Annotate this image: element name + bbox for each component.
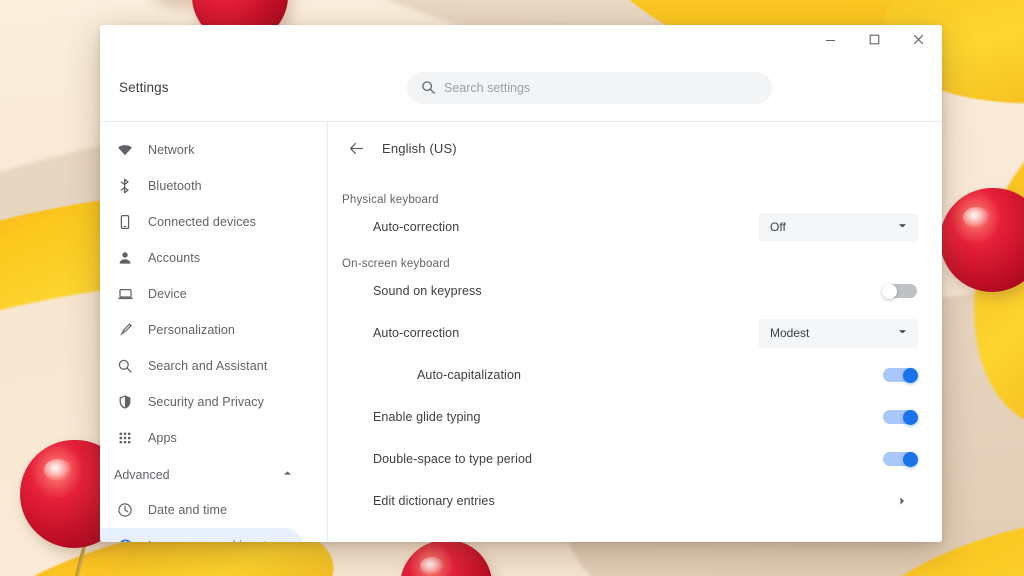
toggle-knob: [903, 367, 918, 383]
wifi-icon: [114, 142, 136, 158]
sidebar-item-label: Search and Assistant: [148, 359, 268, 373]
onscreen-auto-correction-dropdown[interactable]: Modest: [758, 318, 918, 348]
row-enable-glide-typing[interactable]: Enable glide typing: [328, 396, 920, 438]
sidebar-item-accounts[interactable]: Accounts: [100, 240, 303, 276]
shield-icon: [114, 394, 136, 410]
search-box[interactable]: [407, 71, 772, 104]
sidebar-item-label: Device: [148, 287, 187, 301]
desktop: Settings Search settings Network Bluetoo…: [0, 0, 1024, 576]
sidebar-item-languages-and-inputs[interactable]: Languages and inputs: [100, 528, 303, 542]
row-sound-on-keypress[interactable]: Sound on keypress: [328, 270, 920, 312]
sidebar-item-date-and-time[interactable]: Date and time: [100, 492, 303, 528]
wallpaper-banana: [939, 88, 1024, 452]
laptop-icon: [114, 286, 136, 303]
row-label: Auto-correction: [373, 220, 460, 234]
close-button[interactable]: [896, 25, 940, 54]
sidebar-item-security-and-privacy[interactable]: Security and Privacy: [100, 384, 303, 420]
enable-glide-typing-toggle[interactable]: [883, 409, 918, 425]
phone-icon: [114, 214, 136, 230]
sidebar-item-label: Connected devices: [148, 215, 257, 229]
person-icon: [114, 250, 136, 266]
sidebar-item-label: Date and time: [148, 503, 228, 517]
toggle-knob: [903, 451, 918, 467]
settings-header: Settings: [100, 54, 942, 122]
sidebar-item-search-and-assistant[interactable]: Search and Assistant: [100, 348, 303, 384]
search-icon: [114, 358, 136, 374]
section-label-physical-keyboard: Physical keyboard: [342, 194, 439, 206]
back-button[interactable]: [342, 134, 370, 162]
globe-icon: [114, 538, 136, 542]
window-titlebar: [100, 25, 942, 54]
section-label-on-screen-keyboard: On-screen keyboard: [342, 258, 450, 270]
cherry-icon: [940, 188, 1024, 292]
sidebar-item-label: Network: [148, 143, 195, 157]
search-input[interactable]: [444, 80, 758, 95]
sidebar-item-label: Languages and inputs: [148, 539, 273, 542]
cherry-icon: [400, 540, 492, 576]
physical-auto-correction-dropdown[interactable]: Off: [758, 212, 918, 242]
sidebar-item-label: Security and Privacy: [148, 395, 264, 409]
chevron-right-icon: [892, 496, 912, 506]
cherry-stem: [72, 533, 90, 576]
row-label: Edit dictionary entries: [373, 494, 495, 508]
row-onscreen-auto-correction[interactable]: Auto-correction Modest: [328, 312, 920, 354]
content-pane: English (US) Physical keyboard Auto-corr…: [328, 122, 942, 542]
chevron-down-icon: [897, 220, 908, 234]
section-rows-on-screen-keyboard: Sound on keypress Auto-correction Modest: [328, 270, 942, 522]
row-label: Auto-capitalization: [417, 368, 522, 382]
minimize-button[interactable]: [808, 25, 852, 54]
apps-grid-icon: [114, 430, 136, 446]
clock-icon: [114, 502, 136, 518]
sidebar-item-connected-devices[interactable]: Connected devices: [100, 204, 303, 240]
maximize-button[interactable]: [852, 25, 896, 54]
section-rows-physical-keyboard: Auto-correction Off: [328, 206, 942, 248]
content-title: English (US): [382, 140, 457, 156]
sidebar-item-label: Apps: [148, 431, 177, 445]
row-label: Double-space to type period: [373, 452, 533, 466]
bluetooth-icon: [114, 178, 136, 194]
settings-body: Network Bluetooth Connected devices Acco…: [100, 122, 942, 542]
auto-capitalization-toggle[interactable]: [883, 367, 918, 383]
sidebar-item-bluetooth[interactable]: Bluetooth: [100, 168, 303, 204]
arrow-left-icon: [349, 142, 363, 154]
sidebar-item-personalization[interactable]: Personalization: [100, 312, 303, 348]
double-space-to-type-period-toggle[interactable]: [883, 451, 918, 467]
settings-window: Settings Search settings Network Bluetoo…: [100, 25, 942, 542]
row-label: Auto-correction: [373, 326, 460, 340]
sidebar-item-label: Bluetooth: [148, 179, 202, 193]
sidebar: Network Bluetooth Connected devices Acco…: [100, 122, 328, 542]
toggle-knob: [903, 409, 918, 425]
row-double-space-to-type-period[interactable]: Double-space to type period: [328, 438, 920, 480]
chevron-down-icon: [897, 326, 908, 340]
sidebar-item-label: Personalization: [148, 323, 235, 337]
toggle-knob: [882, 283, 897, 299]
sidebar-item-device[interactable]: Device: [100, 276, 303, 312]
row-edit-dictionary-entries[interactable]: Edit dictionary entries: [328, 480, 920, 522]
page-title: Settings: [119, 80, 169, 95]
brush-icon: [114, 322, 136, 338]
chevron-up-icon: [282, 468, 293, 482]
row-label: Sound on keypress: [373, 284, 482, 298]
content-header: English (US): [328, 122, 942, 174]
search-icon: [421, 80, 436, 95]
advanced-label: Advanced: [114, 468, 170, 482]
dropdown-value: Modest: [770, 326, 810, 340]
sidebar-item-apps[interactable]: Apps: [100, 420, 303, 456]
sound-on-keypress-toggle[interactable]: [882, 283, 917, 299]
sidebar-advanced-toggle[interactable]: Advanced: [100, 458, 327, 492]
sidebar-item-label: Accounts: [148, 251, 201, 265]
row-physical-auto-correction[interactable]: Auto-correction Off: [328, 206, 920, 248]
row-auto-capitalization[interactable]: Auto-capitalization: [328, 354, 920, 396]
row-label: Enable glide typing: [373, 410, 481, 424]
dropdown-value: Off: [770, 220, 786, 234]
sidebar-item-network[interactable]: Network: [100, 132, 303, 168]
